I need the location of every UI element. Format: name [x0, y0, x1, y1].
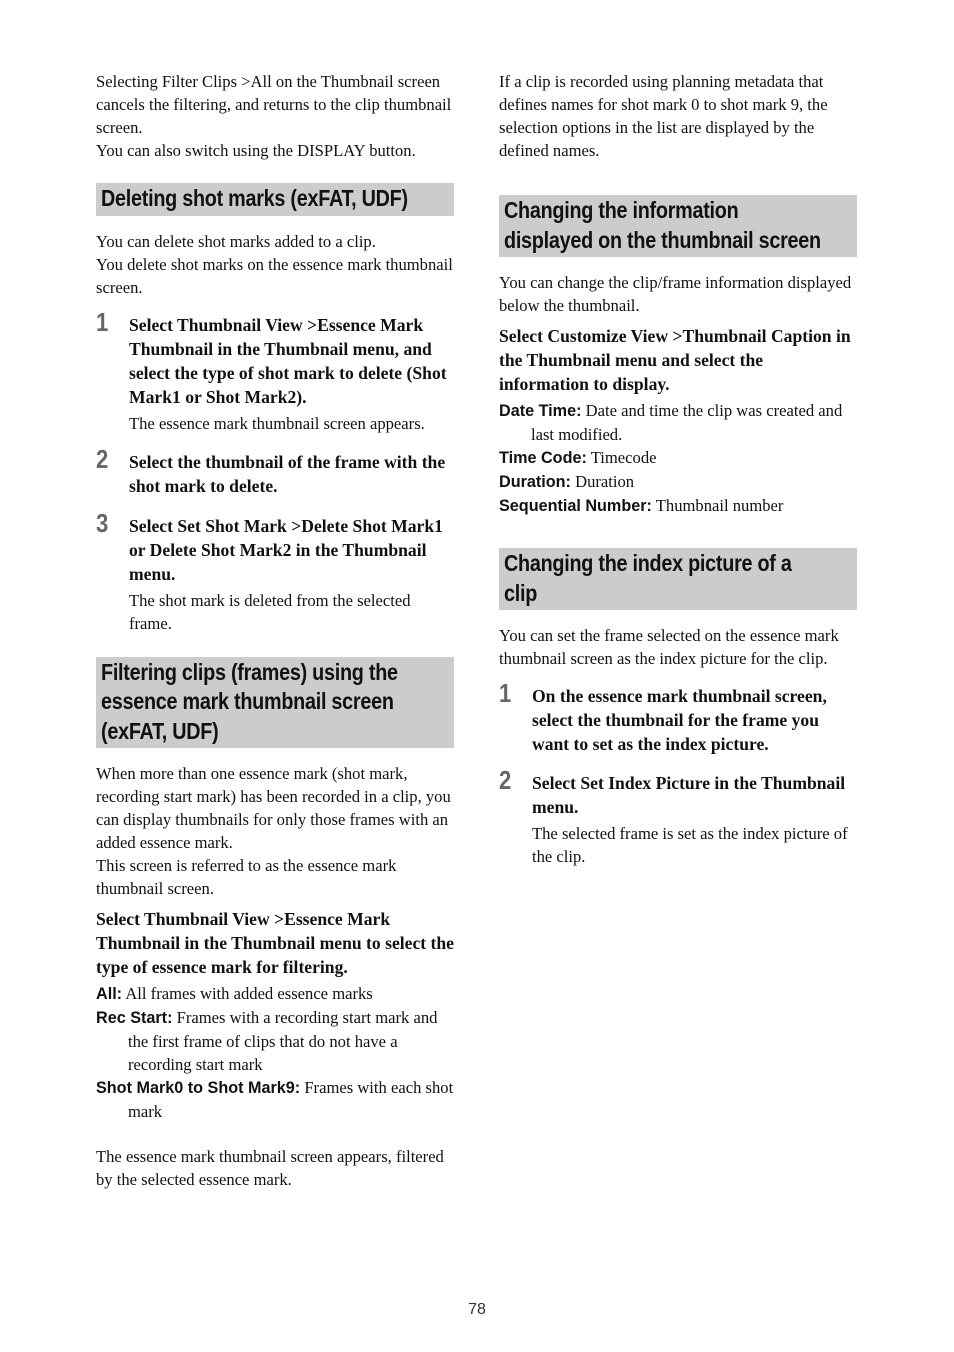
- definition-term: Time Code:: [499, 449, 587, 467]
- definition-term: Date Time:: [499, 402, 582, 420]
- definition-item: Duration: Duration: [499, 470, 857, 494]
- left-column: Selecting Filter Clips >All on the Thumb…: [96, 70, 454, 1191]
- definition-desc: All frames with added essence marks: [125, 984, 373, 1003]
- section-heading-filtering-clips: Filtering clips (frames) using the essen…: [96, 656, 454, 748]
- definition-item: Shot Mark0 to Shot Mark9: Frames with ea…: [96, 1076, 454, 1123]
- definition-term: Shot Mark0 to Shot Mark9:: [96, 1079, 301, 1097]
- step-instruction: On the essence mark thumbnail screen, se…: [532, 686, 827, 754]
- definition-term: Sequential Number:: [499, 497, 652, 515]
- step-number: 1: [499, 678, 512, 708]
- page-number: 78: [468, 1301, 486, 1318]
- step-1: 1 Select Thumbnail View >Essence Mark Th…: [96, 307, 454, 435]
- definition-desc: Timecode: [590, 448, 657, 467]
- right-column: If a clip is recorded using planning met…: [499, 70, 857, 868]
- section-heading-index-picture: Changing the index picture of a clip: [499, 548, 857, 610]
- section-heading-changing-information: Changing the information displayed on th…: [499, 195, 857, 257]
- step-number: 1: [96, 306, 109, 337]
- section-body: When more than one essence mark (shot ma…: [96, 764, 451, 852]
- intro-paragraph: If a clip is recorded using planning met…: [499, 72, 828, 160]
- step-instruction: Select the thumbnail of the frame with t…: [129, 451, 446, 496]
- section-heading-deleting-shot-marks: Deleting shot marks (exFAT, UDF): [96, 183, 454, 216]
- step-result: The selected frame is set as the index p…: [532, 824, 848, 866]
- definition-term: Rec Start:: [96, 1009, 173, 1027]
- step-2: 2 Select Set Index Picture in the Thumbn…: [499, 765, 857, 868]
- step-2: 2 Select the thumbnail of the frame with…: [96, 444, 454, 498]
- step-result: The shot mark is deleted from the select…: [129, 590, 411, 633]
- step-instruction: Select Thumbnail View >Essence Mark Thum…: [129, 314, 447, 407]
- section-body: You can delete shot marks added to a cli…: [96, 231, 376, 251]
- section-body: You can change the clip/frame informatio…: [499, 273, 852, 315]
- definition-desc: Thumbnail number: [655, 496, 784, 515]
- definition-desc: Frames with a recording start mark and t…: [128, 1008, 438, 1074]
- intro-paragraph: You can also switch using the DISPLAY bu…: [96, 141, 416, 160]
- definition-term: All:: [96, 985, 123, 1003]
- definition-item: Rec Start: Frames with a recording start…: [96, 1006, 454, 1076]
- definition-desc: Duration: [575, 472, 635, 491]
- step-number: 3: [96, 507, 109, 538]
- definition-item: All: All frames with added essence marks: [96, 982, 454, 1006]
- step-instruction: Select Set Shot Mark >Delete Shot Mark1 …: [129, 515, 443, 584]
- instruction: Select Thumbnail View >Essence Mark Thum…: [96, 909, 454, 977]
- step-3: 3 Select Set Shot Mark >Delete Shot Mark…: [96, 508, 454, 635]
- step-result: The essence mark thumbnail screen appear…: [129, 413, 425, 433]
- definition-item: Time Code: Timecode: [499, 446, 857, 470]
- definition-term: Duration:: [499, 473, 571, 491]
- step-number: 2: [96, 443, 109, 474]
- step-number: 2: [499, 765, 512, 795]
- result-paragraph: The essence mark thumbnail screen appear…: [96, 1147, 444, 1189]
- section-body: You can set the frame selected on the es…: [499, 626, 839, 668]
- step-1: 1 On the essence mark thumbnail screen, …: [499, 678, 857, 756]
- instruction: Select Customize View >Thumbnail Caption…: [499, 326, 851, 394]
- intro-paragraph: Selecting Filter Clips >All on the Thumb…: [96, 72, 452, 137]
- section-body: You delete shot marks on the essence mar…: [96, 254, 453, 297]
- section-body: This screen is referred to as the essenc…: [96, 856, 397, 898]
- definition-item: Date Time: Date and time the clip was cr…: [499, 399, 857, 446]
- definition-item: Sequential Number: Thumbnail number: [499, 494, 857, 518]
- step-instruction: Select Set Index Picture in the Thumbnai…: [532, 773, 846, 817]
